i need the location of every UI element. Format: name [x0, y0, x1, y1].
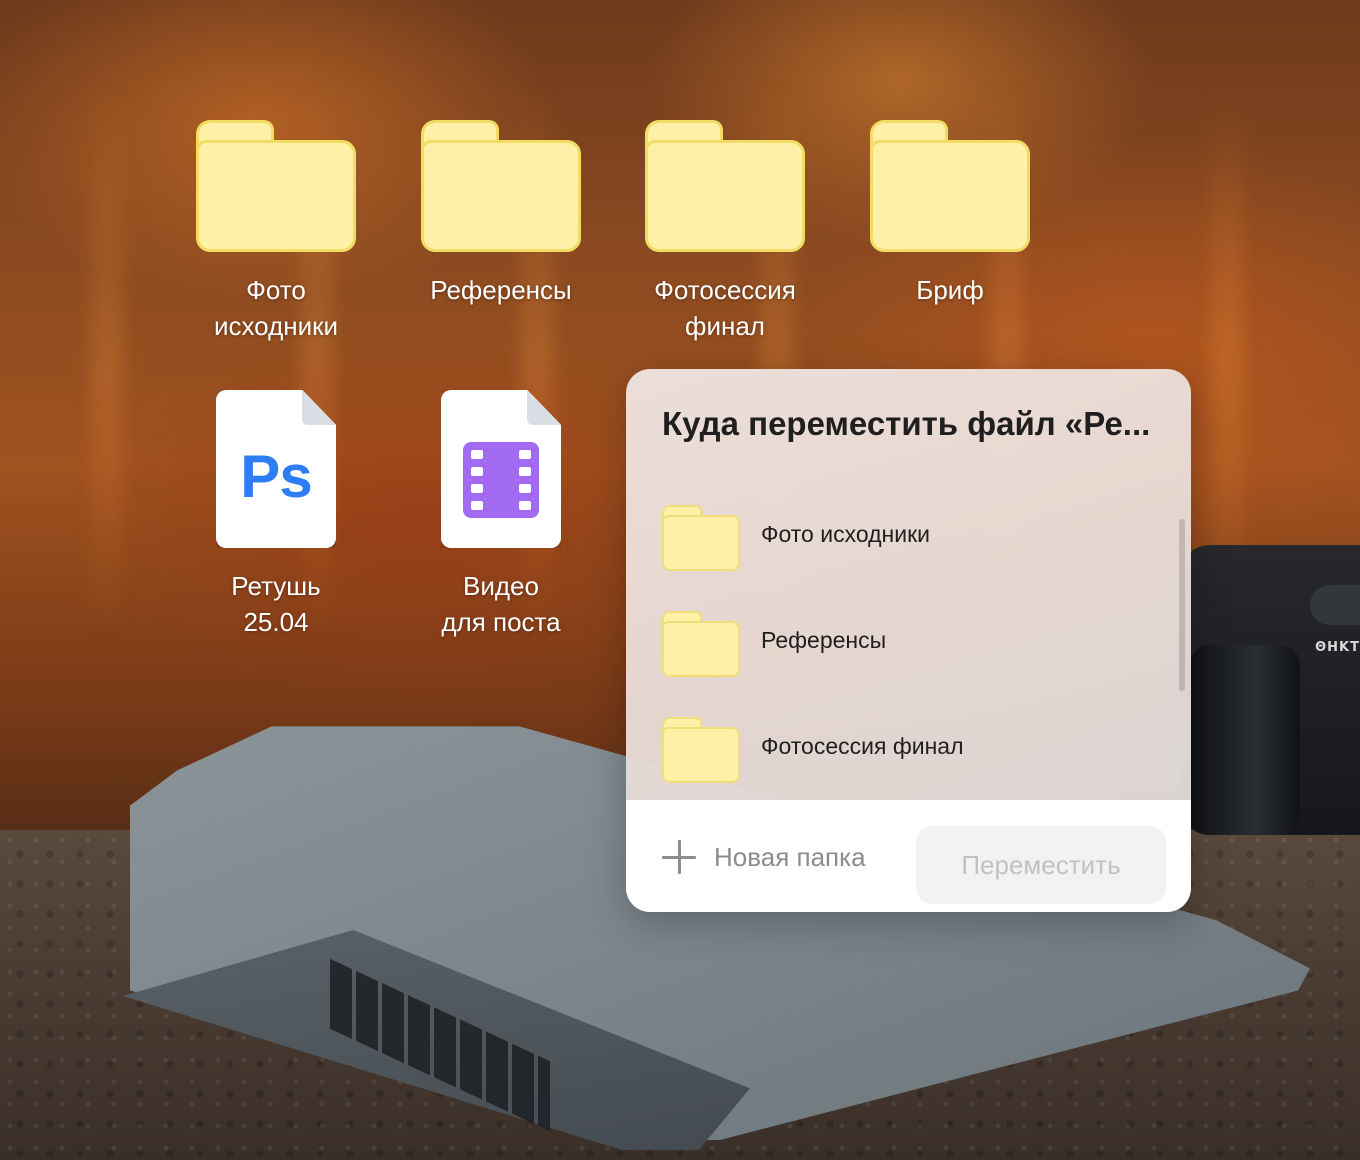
desktop-folder-label: Бриф	[916, 275, 984, 305]
folder-list-item-fotosessiya-final[interactable]: Фотосессия финал	[662, 711, 1162, 783]
film-icon	[463, 442, 539, 518]
folder-icon	[645, 120, 805, 252]
desktop-file-label: Ретушь 25.04	[231, 571, 321, 637]
folder-list-item-referensy[interactable]: Референсы	[662, 605, 1162, 677]
folder-icon	[662, 611, 740, 677]
folder-icon	[662, 717, 740, 783]
new-folder-label: Новая папка	[714, 841, 866, 872]
folder-list-item-foto-iskhodniki[interactable]: Фото исходники	[662, 499, 1162, 571]
desktop-folder-label: Референсы	[430, 275, 572, 305]
folder-icon	[421, 120, 581, 252]
desktop-folder-referensy[interactable]: Референсы	[391, 120, 611, 308]
desktop-file-video[interactable]: Видео для поста	[391, 390, 611, 640]
dialog-footer: Новая папка Переместить	[626, 800, 1191, 912]
desktop-folder-fotosessiya-final[interactable]: Фотосессия финал	[615, 120, 835, 344]
move-file-dialog: Куда переместить файл «Ре... Фото исходн…	[626, 369, 1191, 912]
desktop-folder-label: Фото исходники	[213, 275, 339, 341]
desktop-folder-brif[interactable]: Бриф	[840, 120, 1060, 308]
desktop-file-retush[interactable]: Ps Ретушь 25.04	[166, 390, 386, 640]
photoshop-file-icon: Ps	[216, 390, 336, 548]
camera: ΘHKT	[1180, 545, 1360, 835]
move-button[interactable]: Переместить	[916, 826, 1166, 904]
video-file-icon	[441, 390, 561, 548]
dialog-title: Куда переместить файл «Ре...	[662, 405, 1151, 442]
ps-badge: Ps	[240, 443, 312, 510]
folder-list-item-label: Референсы	[761, 627, 887, 653]
folder-icon	[196, 120, 356, 252]
new-folder-button[interactable]: Новая папка	[662, 830, 866, 884]
camera-dial	[1310, 585, 1360, 625]
plus-icon	[662, 840, 696, 874]
folder-icon	[870, 120, 1030, 252]
folder-list-scrollbar[interactable]	[1179, 519, 1185, 691]
desktop-folder-label: Фотосессия финал	[654, 275, 796, 341]
desktop-file-label: Видео для поста	[441, 571, 561, 637]
desktop-folder-foto-iskhodniki[interactable]: Фото исходники	[166, 120, 386, 344]
folder-list-item-label: Фото исходники	[761, 521, 930, 547]
camera-lens	[1190, 645, 1300, 835]
camera-brand: ΘHKT	[1315, 640, 1360, 655]
folder-list-item-label: Фотосессия финал	[761, 733, 964, 759]
folder-icon	[662, 505, 740, 571]
